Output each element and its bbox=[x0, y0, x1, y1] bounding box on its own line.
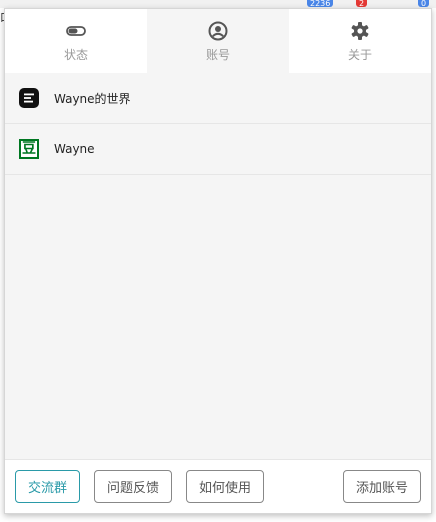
browser-toolbar-strip bbox=[0, 0, 436, 8]
tab-about[interactable]: 关于 bbox=[289, 9, 431, 73]
tab-account-label: 账号 bbox=[205, 47, 230, 62]
extension-badge-count[interactable]: 2236 bbox=[307, 0, 334, 7]
tab-bar: 状态 账号 关于 bbox=[5, 9, 431, 73]
how-to-use-button[interactable]: 如何使用 bbox=[186, 470, 265, 503]
join-group-button[interactable]: 交流群 bbox=[15, 470, 81, 503]
account-name: Wayne的世界 bbox=[54, 91, 131, 106]
douban-logo-icon: 豆 bbox=[19, 139, 39, 159]
douban-logo-glyph: 豆 bbox=[22, 141, 36, 157]
account-circle-icon bbox=[207, 20, 229, 42]
extension-badge-alert[interactable]: 2 bbox=[356, 0, 368, 7]
extension-badge-zero[interactable]: 0 bbox=[418, 0, 430, 7]
extension-popup: 状态 账号 关于 Wayne的世界 豆 Wayne 交流群 问题反馈 如何使用 … bbox=[4, 8, 432, 514]
tab-about-label: 关于 bbox=[347, 47, 372, 62]
add-account-button[interactable]: 添加账号 bbox=[342, 470, 421, 503]
tab-status[interactable]: 状态 bbox=[5, 9, 147, 73]
account-item-douban[interactable]: 豆 Wayne bbox=[5, 124, 431, 175]
tab-account[interactable]: 账号 bbox=[147, 9, 289, 73]
account-item-wayne-world[interactable]: Wayne的世界 bbox=[5, 73, 431, 124]
feedback-button[interactable]: 问题反馈 bbox=[94, 470, 173, 503]
toggle-icon bbox=[65, 20, 87, 42]
account-list: Wayne的世界 豆 Wayne bbox=[5, 73, 431, 459]
footer-bar: 交流群 问题反馈 如何使用 添加账号 bbox=[5, 459, 431, 513]
wayne-world-logo-icon bbox=[19, 88, 39, 108]
tab-status-label: 状态 bbox=[63, 47, 88, 62]
gear-icon bbox=[349, 20, 371, 42]
account-name: Wayne bbox=[54, 142, 95, 156]
